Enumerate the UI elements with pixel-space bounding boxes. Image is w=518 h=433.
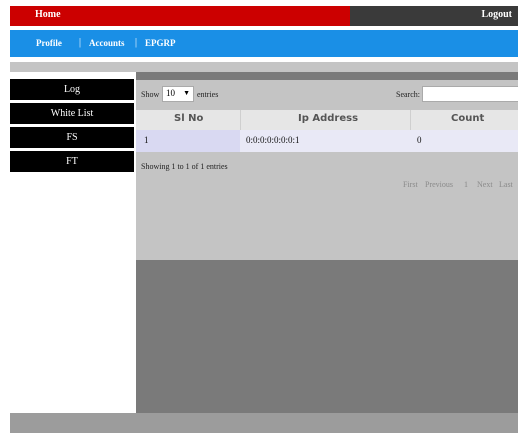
main-content: Show 10 ▼ entries Search: Sl No Ip Addre… (136, 72, 518, 413)
pagination-page-1[interactable]: 1 (464, 180, 468, 189)
nav-item-accounts[interactable]: Accounts (89, 38, 125, 48)
sidebar-item-fs[interactable]: FS (10, 127, 134, 148)
page-size-value: 10 (166, 88, 175, 98)
column-divider (240, 110, 241, 130)
sidebar-item-white-list[interactable]: White List (10, 103, 134, 124)
cell-count-value: 0 (417, 135, 422, 145)
column-header-count[interactable]: Count (451, 113, 484, 124)
entries-label: entries (197, 90, 219, 99)
sidebar: Log White List FS FT (10, 72, 136, 413)
table-row[interactable]: 1 0:0:0:0:0:0:0:1 0 (136, 130, 518, 152)
top-bar-right: Logout (350, 6, 518, 26)
cell-sl-no-value: 1 (144, 135, 149, 145)
column-divider (410, 110, 411, 130)
footer-bar (10, 413, 518, 433)
nav-separator: | (135, 37, 138, 48)
logout-link[interactable]: Logout (481, 9, 512, 20)
search-label: Search: (396, 90, 420, 99)
nav-item-epgrp[interactable]: EPGRP (145, 38, 176, 48)
pagination-previous[interactable]: Previous (425, 180, 453, 189)
search-input[interactable] (422, 86, 518, 102)
nav-separator: | (79, 37, 82, 48)
page-size-select[interactable]: 10 ▼ (162, 86, 194, 102)
top-bar: Home Logout (10, 6, 518, 26)
nav-item-profile[interactable]: Profile (36, 38, 62, 48)
home-link[interactable]: Home (35, 9, 61, 20)
table-cell-sl-no: 1 (136, 130, 240, 152)
table-header: Sl No Ip Address Count (136, 110, 518, 130)
main-nav: Profile | Accounts | EPGRP (10, 30, 518, 57)
show-label: Show (141, 90, 160, 99)
top-bar-left: Home (10, 6, 350, 26)
sidebar-item-ft[interactable]: FT (10, 151, 134, 172)
table-info: Showing 1 to 1 of 1 entries (141, 162, 228, 171)
column-header-sl-no[interactable]: Sl No (174, 113, 203, 124)
table-panel: Show 10 ▼ entries Search: Sl No Ip Addre… (136, 80, 518, 260)
pagination-first[interactable]: First (403, 180, 418, 189)
header-divider-bar (10, 62, 518, 72)
pagination-next[interactable]: Next (477, 180, 493, 189)
cell-ip-address-value: 0:0:0:0:0:0:0:1 (246, 135, 300, 145)
sidebar-item-log[interactable]: Log (10, 79, 134, 100)
pagination-last[interactable]: Last (499, 180, 513, 189)
column-header-ip-address[interactable]: Ip Address (298, 113, 358, 124)
caret-down-icon: ▼ (183, 89, 190, 97)
pagination: First Previous 1 Next Last (391, 176, 518, 192)
